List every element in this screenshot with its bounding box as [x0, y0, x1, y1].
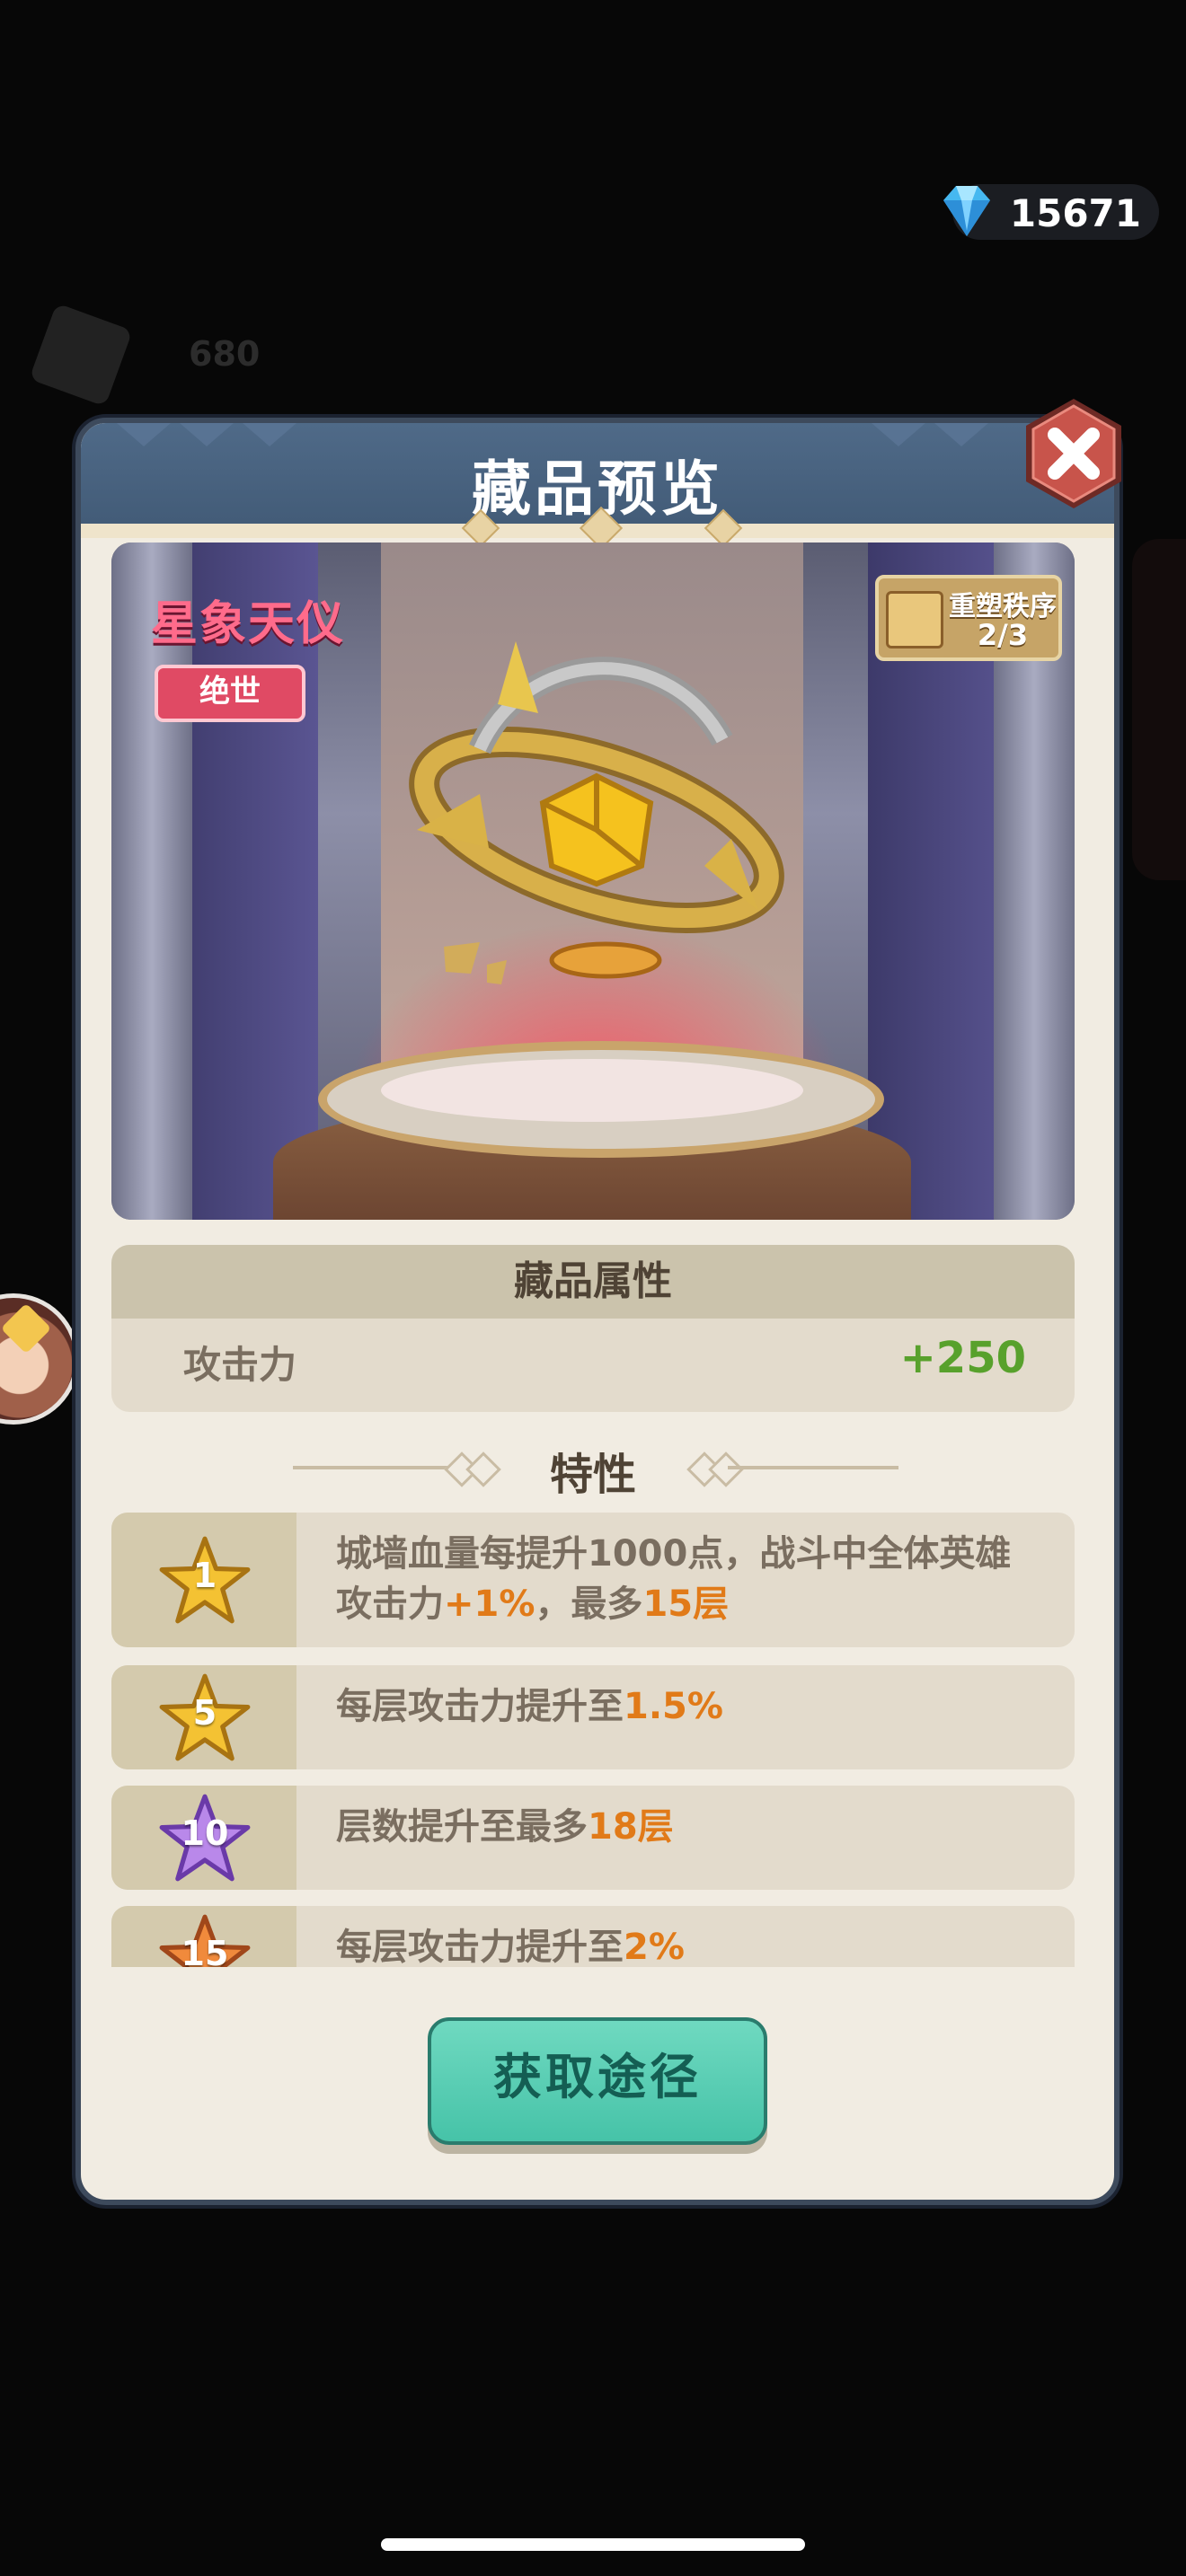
trait-level: 15 — [181, 1934, 229, 1967]
trait-level: 10 — [181, 1813, 229, 1853]
diamond-icon — [943, 186, 990, 236]
avatar[interactable] — [0, 1293, 79, 1425]
background-gem-icon — [29, 303, 133, 407]
reshape-progress: 2/3 — [977, 618, 1029, 652]
pedestal-inner — [381, 1059, 803, 1122]
attributes-panel: 藏品属性 攻击力 +250 — [111, 1245, 1075, 1412]
rarity-badge: 绝世 — [155, 665, 305, 722]
currency-amount: 15671 — [1009, 191, 1141, 235]
traits-title: 特性 — [549, 1450, 636, 1500]
trait-row: 15 每层攻击力提升至2% — [111, 1906, 1075, 1967]
obtain-path-label: 获取途径 — [493, 2049, 702, 2105]
trait-row: 1 城墙血量每提升1000点，战斗中全体英雄攻击力+1%，最多15层 — [111, 1513, 1075, 1647]
astrolabe-artifact-icon — [409, 641, 784, 984]
currency-display[interactable]: 15671 — [943, 184, 1159, 240]
item-showcase: 星象天仪 绝世 重塑秩序 2/3 — [111, 543, 1075, 1220]
home-indicator[interactable] — [381, 2538, 805, 2551]
trait-description: 每层攻击力提升至2% — [336, 1927, 685, 1967]
trait-level: 5 — [192, 1693, 217, 1733]
attributes-header: 藏品属性 — [111, 1245, 1075, 1319]
obtain-path-button[interactable]: 获取途径 — [428, 2017, 767, 2145]
background-side-panel — [1132, 539, 1186, 880]
attribute-value: +250 — [899, 1333, 1026, 1383]
trait-level: 1 — [192, 1556, 217, 1595]
close-icon[interactable] — [1015, 395, 1132, 512]
item-name: 星象天仪 — [151, 597, 346, 651]
trait-description: 城墙血量每提升1000点，战斗中全体英雄攻击力+1%，最多15层 — [336, 1533, 1012, 1625]
trait-description: 每层攻击力提升至1.5% — [336, 1686, 723, 1727]
background-counter: 680 — [189, 334, 261, 374]
trait-row: 5 每层攻击力提升至1.5% — [111, 1665, 1075, 1769]
trait-description: 层数提升至最多18层 — [336, 1806, 674, 1848]
reshape-order-badge[interactable]: 重塑秩序 2/3 — [875, 575, 1062, 661]
traits-list[interactable]: 1 城墙血量每提升1000点，战斗中全体英雄攻击力+1%，最多15层 5 每层攻… — [111, 1513, 1075, 1967]
trait-row: 10 层数提升至最多18层 — [111, 1786, 1075, 1890]
attribute-name: 攻击力 — [183, 1343, 297, 1387]
book-icon — [886, 591, 943, 648]
title-divider-right — [728, 1466, 898, 1469]
